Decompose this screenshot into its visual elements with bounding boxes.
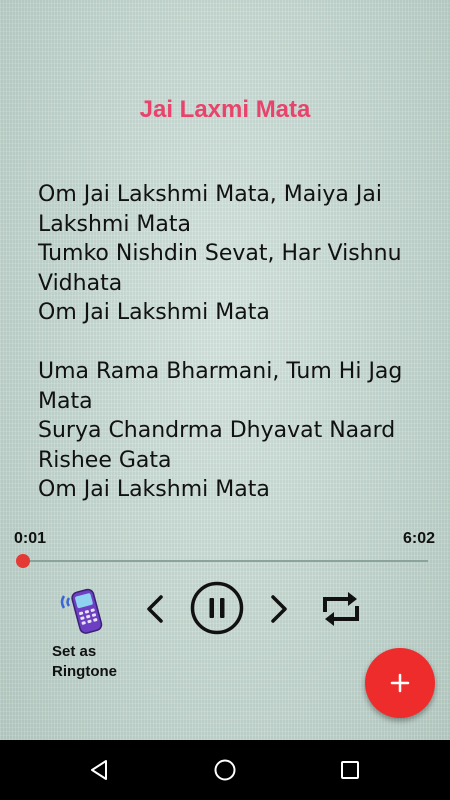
previous-button[interactable]	[140, 592, 170, 626]
lyrics-line: Rishee Gata	[38, 447, 172, 473]
lyrics-line: Om Jai Lakshmi Mata, Maiya Jai	[38, 182, 382, 207]
lyrics-line: Tumko Nishdin Sevat, Har Vishnu	[38, 241, 402, 266]
total-duration: 6:02	[402, 530, 435, 547]
repeat-icon	[323, 592, 359, 626]
song-title: Jai Laxmi Mata	[139, 96, 311, 123]
lyrics-line: Vidhata	[38, 270, 123, 296]
lyrics-line: Om Jai Lakshmi Mata	[38, 477, 270, 502]
home-circle-icon[interactable]	[213, 758, 237, 782]
lyrics-stanza: Om Jai Lakshmi Mata, Maiya Jai Lakshmi M…	[38, 180, 428, 328]
lyrics-line: Uma Rama Bharmani, Tum Hi Jag	[38, 359, 403, 384]
lyrics-line: Om Jai Lakshmi Mata	[38, 300, 270, 325]
repeat-button[interactable]	[318, 588, 364, 630]
lyrics-line: Mata	[38, 388, 93, 414]
set-ringtone-button[interactable]: Set as Ringtone	[52, 582, 142, 682]
pause-button[interactable]	[190, 581, 244, 635]
chevron-right-icon	[271, 595, 287, 623]
lyrics: Om Jai Lakshmi Mata, Maiya Jai Lakshmi M…	[38, 180, 428, 534]
ringing-phone-icon	[60, 588, 103, 634]
lyrics-stanza: Uma Rama Bharmani, Tum Hi Jag Mata Surya…	[38, 357, 428, 505]
current-time: 0:01	[14, 530, 47, 547]
chevron-left-icon	[147, 595, 163, 623]
lyrics-line: Lakshmi Mata	[38, 211, 191, 237]
seek-bar[interactable]	[16, 554, 428, 568]
plus-icon	[390, 673, 410, 693]
add-fab-button[interactable]	[365, 648, 435, 718]
ringtone-label-line2: Ringtone	[52, 663, 117, 680]
next-button[interactable]	[264, 592, 294, 626]
lyrics-line: Surya Chandrma Dhyavat Naard	[38, 418, 396, 443]
pause-icon	[190, 581, 244, 635]
recents-square-icon[interactable]	[338, 758, 362, 782]
seek-thumb[interactable]	[16, 554, 31, 568]
back-triangle-icon[interactable]	[87, 758, 111, 782]
system-nav-bar	[0, 740, 450, 800]
ringtone-label-line1: Set as	[52, 643, 97, 660]
